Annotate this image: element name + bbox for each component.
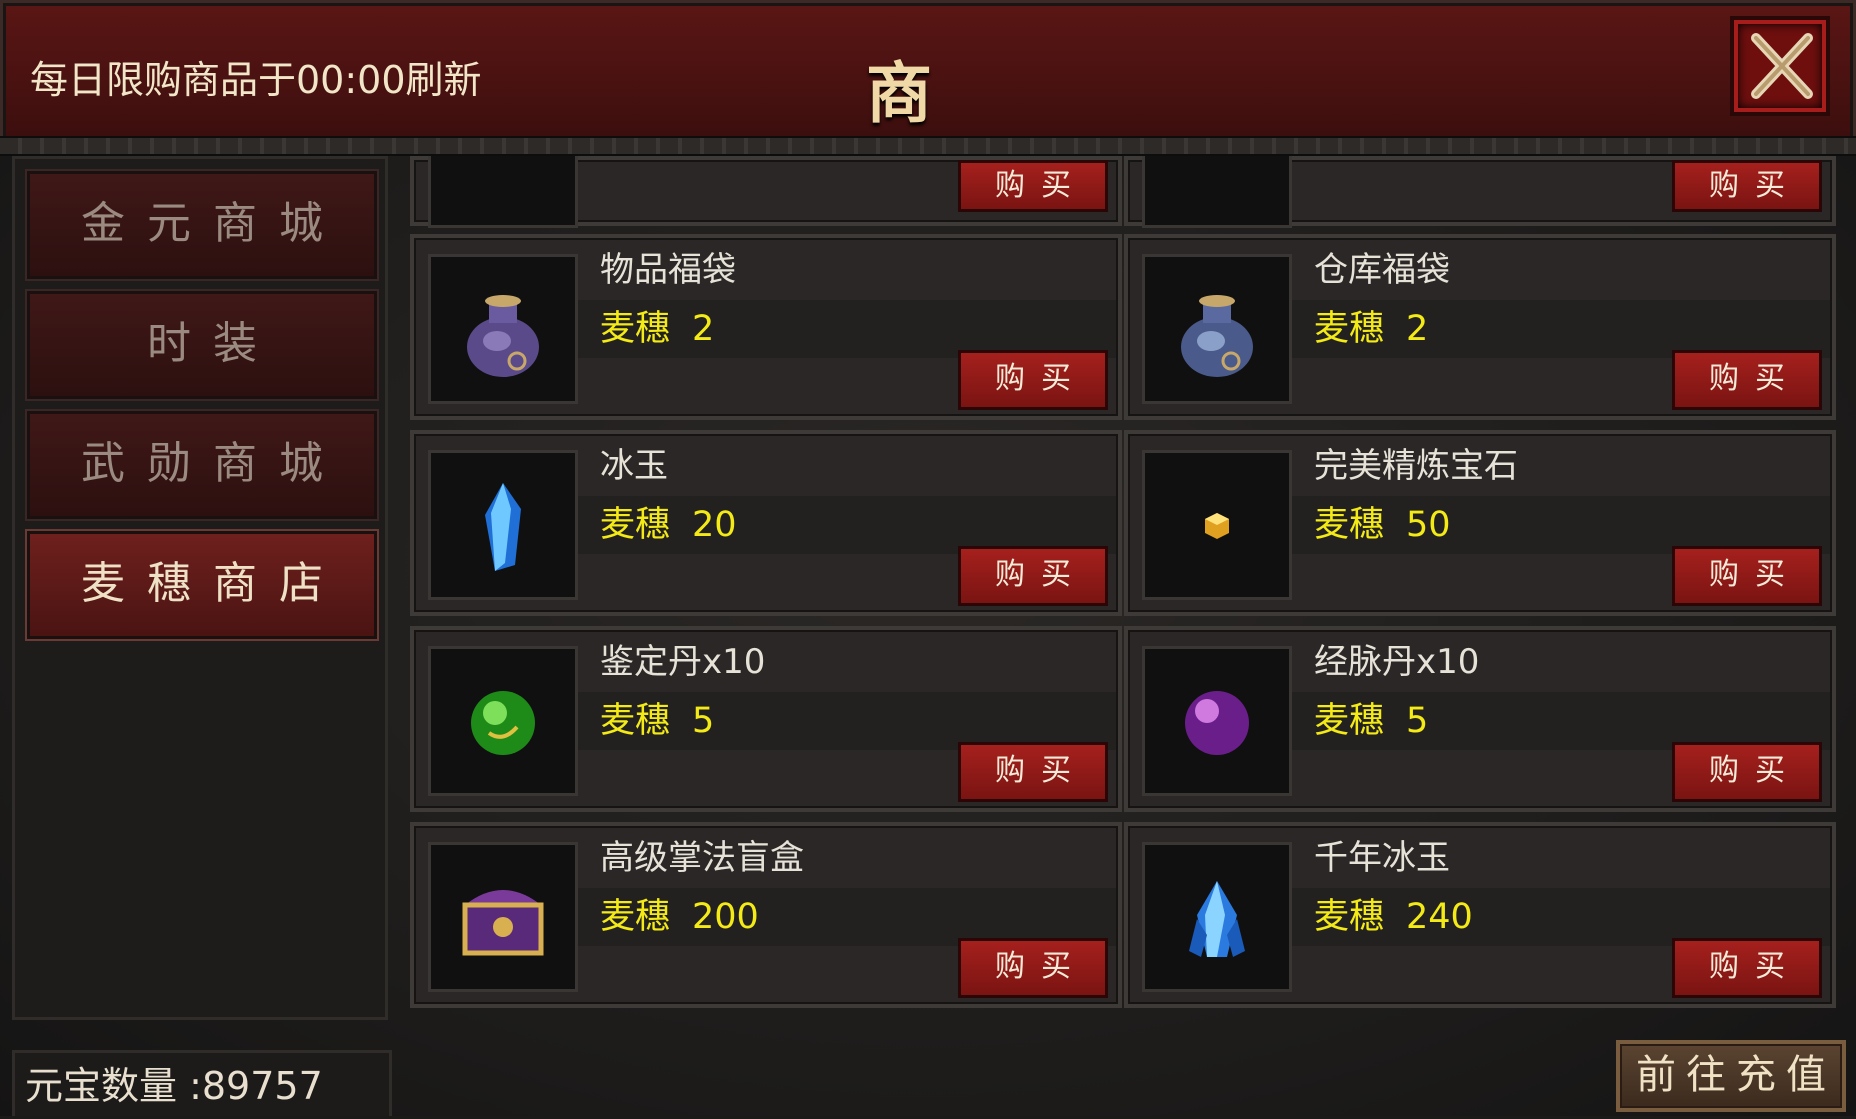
item-name: 冰玉 xyxy=(600,446,668,486)
blue-bag-icon xyxy=(1181,295,1253,377)
sidebar-item-fashion[interactable]: 时装 xyxy=(25,289,379,401)
ice-crystal-icon xyxy=(485,483,521,571)
item-card: 高级掌法盲盒 麦穗 200 购买 xyxy=(410,822,1122,1008)
sidebar-item-merit-shop[interactable]: 武勋商城 xyxy=(25,409,379,521)
item-card-partial: 购买 xyxy=(410,156,1122,228)
currency-label: 麦穗 xyxy=(1314,309,1385,349)
item-icon-frame[interactable] xyxy=(1142,842,1292,992)
item-name: 鉴定丹x10 xyxy=(600,642,766,682)
item-card: 经脉丹x10 麦穗 5 购买 xyxy=(1124,626,1836,812)
item-card-partial: 购买 xyxy=(1124,156,1836,228)
item-price: 麦穗 50 xyxy=(1314,500,1451,550)
price-value: 20 xyxy=(692,505,737,545)
item-name: 物品福袋 xyxy=(600,250,736,290)
item-card: 物品福袋 麦穗 2 购买 xyxy=(410,234,1122,420)
item-price: 麦穗 200 xyxy=(600,892,759,942)
treasure-chest-icon xyxy=(462,890,544,956)
price-value: 240 xyxy=(1406,897,1473,937)
item-name: 仓库福袋 xyxy=(1314,250,1450,290)
buy-button[interactable]: 购买 xyxy=(1672,160,1822,212)
item-icon-frame[interactable] xyxy=(428,254,578,404)
item-icon-frame[interactable] xyxy=(428,646,578,796)
currency-label: 麦穗 xyxy=(600,701,671,741)
purple-bag-icon xyxy=(467,295,539,377)
item-card: 完美精炼宝石 麦穗 50 购买 xyxy=(1124,430,1836,616)
gem-icon xyxy=(1205,513,1229,539)
purple-orb-icon xyxy=(1185,691,1249,755)
price-value: 200 xyxy=(692,897,759,937)
currency-label: 麦穗 xyxy=(1314,897,1385,937)
item-name: 千年冰玉 xyxy=(1314,838,1450,878)
item-card: 鉴定丹x10 麦穗 5 购买 xyxy=(410,626,1122,812)
item-card: 冰玉 麦穗 20 购买 xyxy=(410,430,1122,616)
item-name: 高级掌法盲盒 xyxy=(600,838,804,878)
crystal-cluster-icon xyxy=(1189,881,1245,957)
item-grid: 购买 购买 物品福袋 麦穗 2 购买 仓库福袋 麦穗 2 购买 冰玉 麦穗 20… xyxy=(398,156,1844,1020)
buy-button[interactable]: 购买 xyxy=(958,742,1108,802)
item-icon-frame[interactable] xyxy=(428,450,578,600)
item-price: 麦穗 2 xyxy=(1314,304,1428,354)
item-icon-frame xyxy=(1142,156,1292,228)
buy-button[interactable]: 购买 xyxy=(1672,742,1822,802)
item-icon-frame[interactable] xyxy=(1142,254,1292,404)
item-icon-frame[interactable] xyxy=(1142,450,1292,600)
price-value: 2 xyxy=(1406,309,1429,349)
category-sidebar: 金元商城 时装 武勋商城 麦穗商店 xyxy=(12,156,388,1020)
currency-label: 麦穗 xyxy=(600,897,671,937)
buy-button[interactable]: 购买 xyxy=(1672,938,1822,998)
currency-label: 麦穗 xyxy=(600,309,671,349)
item-price: 麦穗 5 xyxy=(600,696,714,746)
header-divider xyxy=(0,136,1856,156)
item-name: 完美精炼宝石 xyxy=(1314,446,1518,486)
item-name: 经脉丹x10 xyxy=(1314,642,1480,682)
price-value: 50 xyxy=(1406,505,1451,545)
item-price: 麦穗 5 xyxy=(1314,696,1428,746)
header-bar: 每日限购商品于00:00刷新 商 城 xyxy=(0,0,1856,228)
buy-button[interactable]: 购买 xyxy=(1672,350,1822,410)
buy-button[interactable]: 购买 xyxy=(958,160,1108,212)
close-icon xyxy=(1746,26,1818,106)
recharge-button[interactable]: 前往充值 xyxy=(1616,1040,1846,1112)
close-button[interactable] xyxy=(1734,20,1826,112)
sidebar-item-gold-shop[interactable]: 金元商城 xyxy=(25,169,379,281)
buy-button[interactable]: 购买 xyxy=(1672,546,1822,606)
price-value: 5 xyxy=(1406,701,1429,741)
item-icon-frame xyxy=(428,156,578,228)
item-card: 千年冰玉 麦穗 240 购买 xyxy=(1124,822,1836,1008)
shop-window: 每日限购商品于00:00刷新 商 城 金元商城 时装 武勋商城 麦穗商店 购买 … xyxy=(0,0,1856,1116)
currency-label: 麦穗 xyxy=(1314,701,1385,741)
item-icon-frame[interactable] xyxy=(428,842,578,992)
sidebar-item-wheat-shop[interactable]: 麦穗商店 xyxy=(25,529,379,641)
currency-label: 麦穗 xyxy=(600,505,671,545)
buy-button[interactable]: 购买 xyxy=(958,938,1108,998)
item-price: 麦穗 20 xyxy=(600,500,737,550)
price-value: 5 xyxy=(692,701,715,741)
currency-label: 麦穗 xyxy=(1314,505,1385,545)
item-icon-frame[interactable] xyxy=(1142,646,1292,796)
ingot-count: 元宝数量 :89757 xyxy=(12,1050,392,1116)
buy-button[interactable]: 购买 xyxy=(958,350,1108,410)
green-orb-icon xyxy=(471,691,535,755)
item-price: 麦穗 240 xyxy=(1314,892,1473,942)
daily-refresh-notice: 每日限购商品于00:00刷新 xyxy=(30,58,482,102)
item-price: 麦穗 2 xyxy=(600,304,714,354)
buy-button[interactable]: 购买 xyxy=(958,546,1108,606)
item-card: 仓库福袋 麦穗 2 购买 xyxy=(1124,234,1836,420)
price-value: 2 xyxy=(692,309,715,349)
